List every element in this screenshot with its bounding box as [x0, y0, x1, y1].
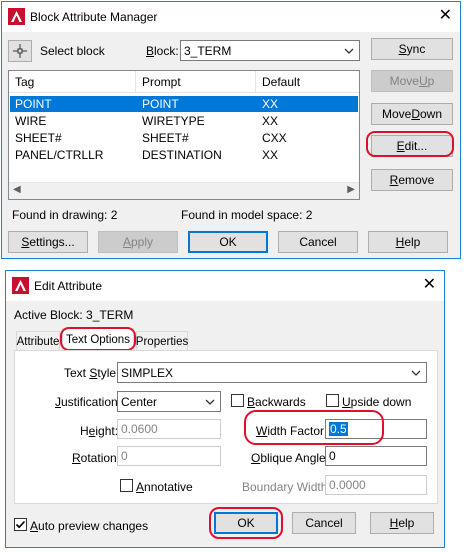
row-tag: SHEET# — [15, 131, 62, 145]
auto-preview-label: Auto preview changes — [30, 519, 149, 533]
rotation-input[interactable]: 0 — [117, 446, 221, 466]
row-tag: WIRE — [15, 114, 47, 128]
checkmark-icon — [15, 520, 26, 529]
tab-attribute[interactable]: Attribute — [16, 331, 60, 351]
found-in-model-space: Found in model space: 2 — [181, 208, 313, 222]
ea-titlebar[interactable]: Edit Attribute ✕ — [6, 271, 444, 301]
settings-button[interactable]: Settings... — [8, 231, 88, 253]
block-dropdown-value: 3_TERM — [184, 43, 232, 58]
justification-value: Center — [121, 394, 158, 409]
chevron-down-icon — [344, 48, 354, 54]
oblique-angle-input[interactable]: 0 — [325, 446, 427, 466]
width-factor-value: 0.5 — [329, 422, 348, 436]
ea-help-button[interactable]: Help — [370, 512, 434, 534]
attribute-list-header: Tag Prompt Default — [9, 71, 359, 93]
row-tag: POINT — [15, 97, 52, 111]
select-block-pick-button[interactable] — [8, 40, 32, 62]
text-style-label: Text Style: — [64, 366, 120, 380]
column-header-prompt[interactable]: Prompt — [136, 71, 256, 93]
rotation-label: Rotation: — [72, 451, 121, 465]
text-style-dropdown[interactable]: SIMPLEX — [117, 362, 427, 383]
bam-help-button[interactable]: Help — [368, 231, 448, 253]
backwards-label: Backwards — [247, 395, 306, 409]
crosshair-pick-icon — [13, 44, 27, 58]
upside-down-checkbox[interactable] — [326, 394, 339, 407]
edit-button[interactable]: Edit... — [371, 135, 453, 157]
table-row[interactable]: POINT POINT XX — [10, 96, 358, 112]
row-prompt: SHEET# — [142, 131, 189, 145]
chevron-down-icon — [205, 399, 215, 405]
column-header-tag[interactable]: Tag — [9, 71, 136, 93]
row-prompt: DESTINATION — [142, 148, 222, 162]
attribute-list[interactable]: Tag Prompt Default POINT POINT XX WIRE W… — [8, 70, 360, 200]
apply-button[interactable]: Apply — [98, 231, 178, 253]
select-block-label: Select block — [40, 44, 105, 58]
horizontal-scrollbar[interactable]: ◀ ▶ — [9, 182, 359, 199]
justification-dropdown[interactable]: Center — [117, 391, 221, 412]
width-factor-input[interactable]: 0.5 — [325, 419, 427, 439]
row-default: CXX — [262, 131, 287, 145]
bam-titlebar[interactable]: Block Attribute Manager ✕ — [2, 2, 460, 32]
remove-button[interactable]: Remove — [371, 169, 453, 191]
boundary-width-label: Boundary Width: — [242, 480, 331, 494]
annotative-label: Annotative — [136, 480, 193, 494]
table-row[interactable]: SHEET# SHEET# CXX — [10, 130, 358, 146]
row-tag: PANEL/CTRLLR — [15, 148, 104, 162]
height-input[interactable]: 0.0600 — [117, 419, 221, 439]
height-label: Height: — [80, 424, 119, 438]
move-down-button[interactable]: Move Down — [371, 103, 453, 125]
table-row[interactable]: PANEL/CTRLLR DESTINATION XX — [10, 147, 358, 163]
row-prompt: POINT — [142, 97, 179, 111]
bam-ok-button[interactable]: OK — [188, 231, 268, 253]
bam-close-icon[interactable]: ✕ — [439, 7, 452, 25]
ea-title: Edit Attribute — [34, 279, 103, 293]
row-default: XX — [262, 97, 279, 111]
column-header-default[interactable]: Default — [256, 71, 359, 93]
block-label: Block: — [146, 44, 179, 58]
row-prompt: WIRETYPE — [142, 114, 205, 128]
backwards-checkbox[interactable] — [231, 394, 244, 407]
tab-text-options[interactable]: Text Options — [62, 328, 134, 350]
tab-properties[interactable]: Properties — [136, 331, 188, 351]
table-row[interactable]: WIRE WIRETYPE XX — [10, 113, 358, 129]
justification-label: Justification: — [55, 395, 122, 409]
upside-down-label: Upside down — [342, 395, 412, 409]
oblique-angle-label: Oblique Angle: — [251, 451, 330, 465]
ea-cancel-button[interactable]: Cancel — [292, 512, 356, 534]
scroll-left-icon[interactable]: ◀ — [13, 184, 21, 195]
autocad-app-icon — [8, 8, 25, 25]
annotative-checkbox[interactable] — [120, 479, 133, 492]
sync-button[interactable]: Sync — [371, 38, 453, 60]
bam-title: Block Attribute Manager — [30, 10, 158, 24]
boundary-width-input[interactable]: 0.0000 — [325, 475, 427, 495]
active-block-label: Active Block: 3_TERM — [14, 308, 134, 322]
autocad-app-icon — [12, 277, 29, 294]
block-dropdown[interactable]: 3_TERM — [180, 40, 360, 61]
width-factor-label: Width Factor: — [256, 424, 328, 438]
scroll-right-icon[interactable]: ▶ — [347, 184, 355, 195]
text-style-value: SIMPLEX — [121, 365, 174, 380]
ea-ok-button[interactable]: OK — [214, 512, 278, 534]
move-up-button[interactable]: Move Up — [371, 70, 453, 92]
found-in-drawing: Found in drawing: 2 — [12, 208, 118, 222]
row-default: XX — [262, 114, 279, 128]
bam-cancel-button[interactable]: Cancel — [278, 231, 358, 253]
ea-close-icon[interactable]: ✕ — [423, 276, 436, 294]
auto-preview-checkbox[interactable] — [14, 518, 27, 531]
row-default: XX — [262, 148, 279, 162]
chevron-down-icon — [411, 370, 421, 376]
